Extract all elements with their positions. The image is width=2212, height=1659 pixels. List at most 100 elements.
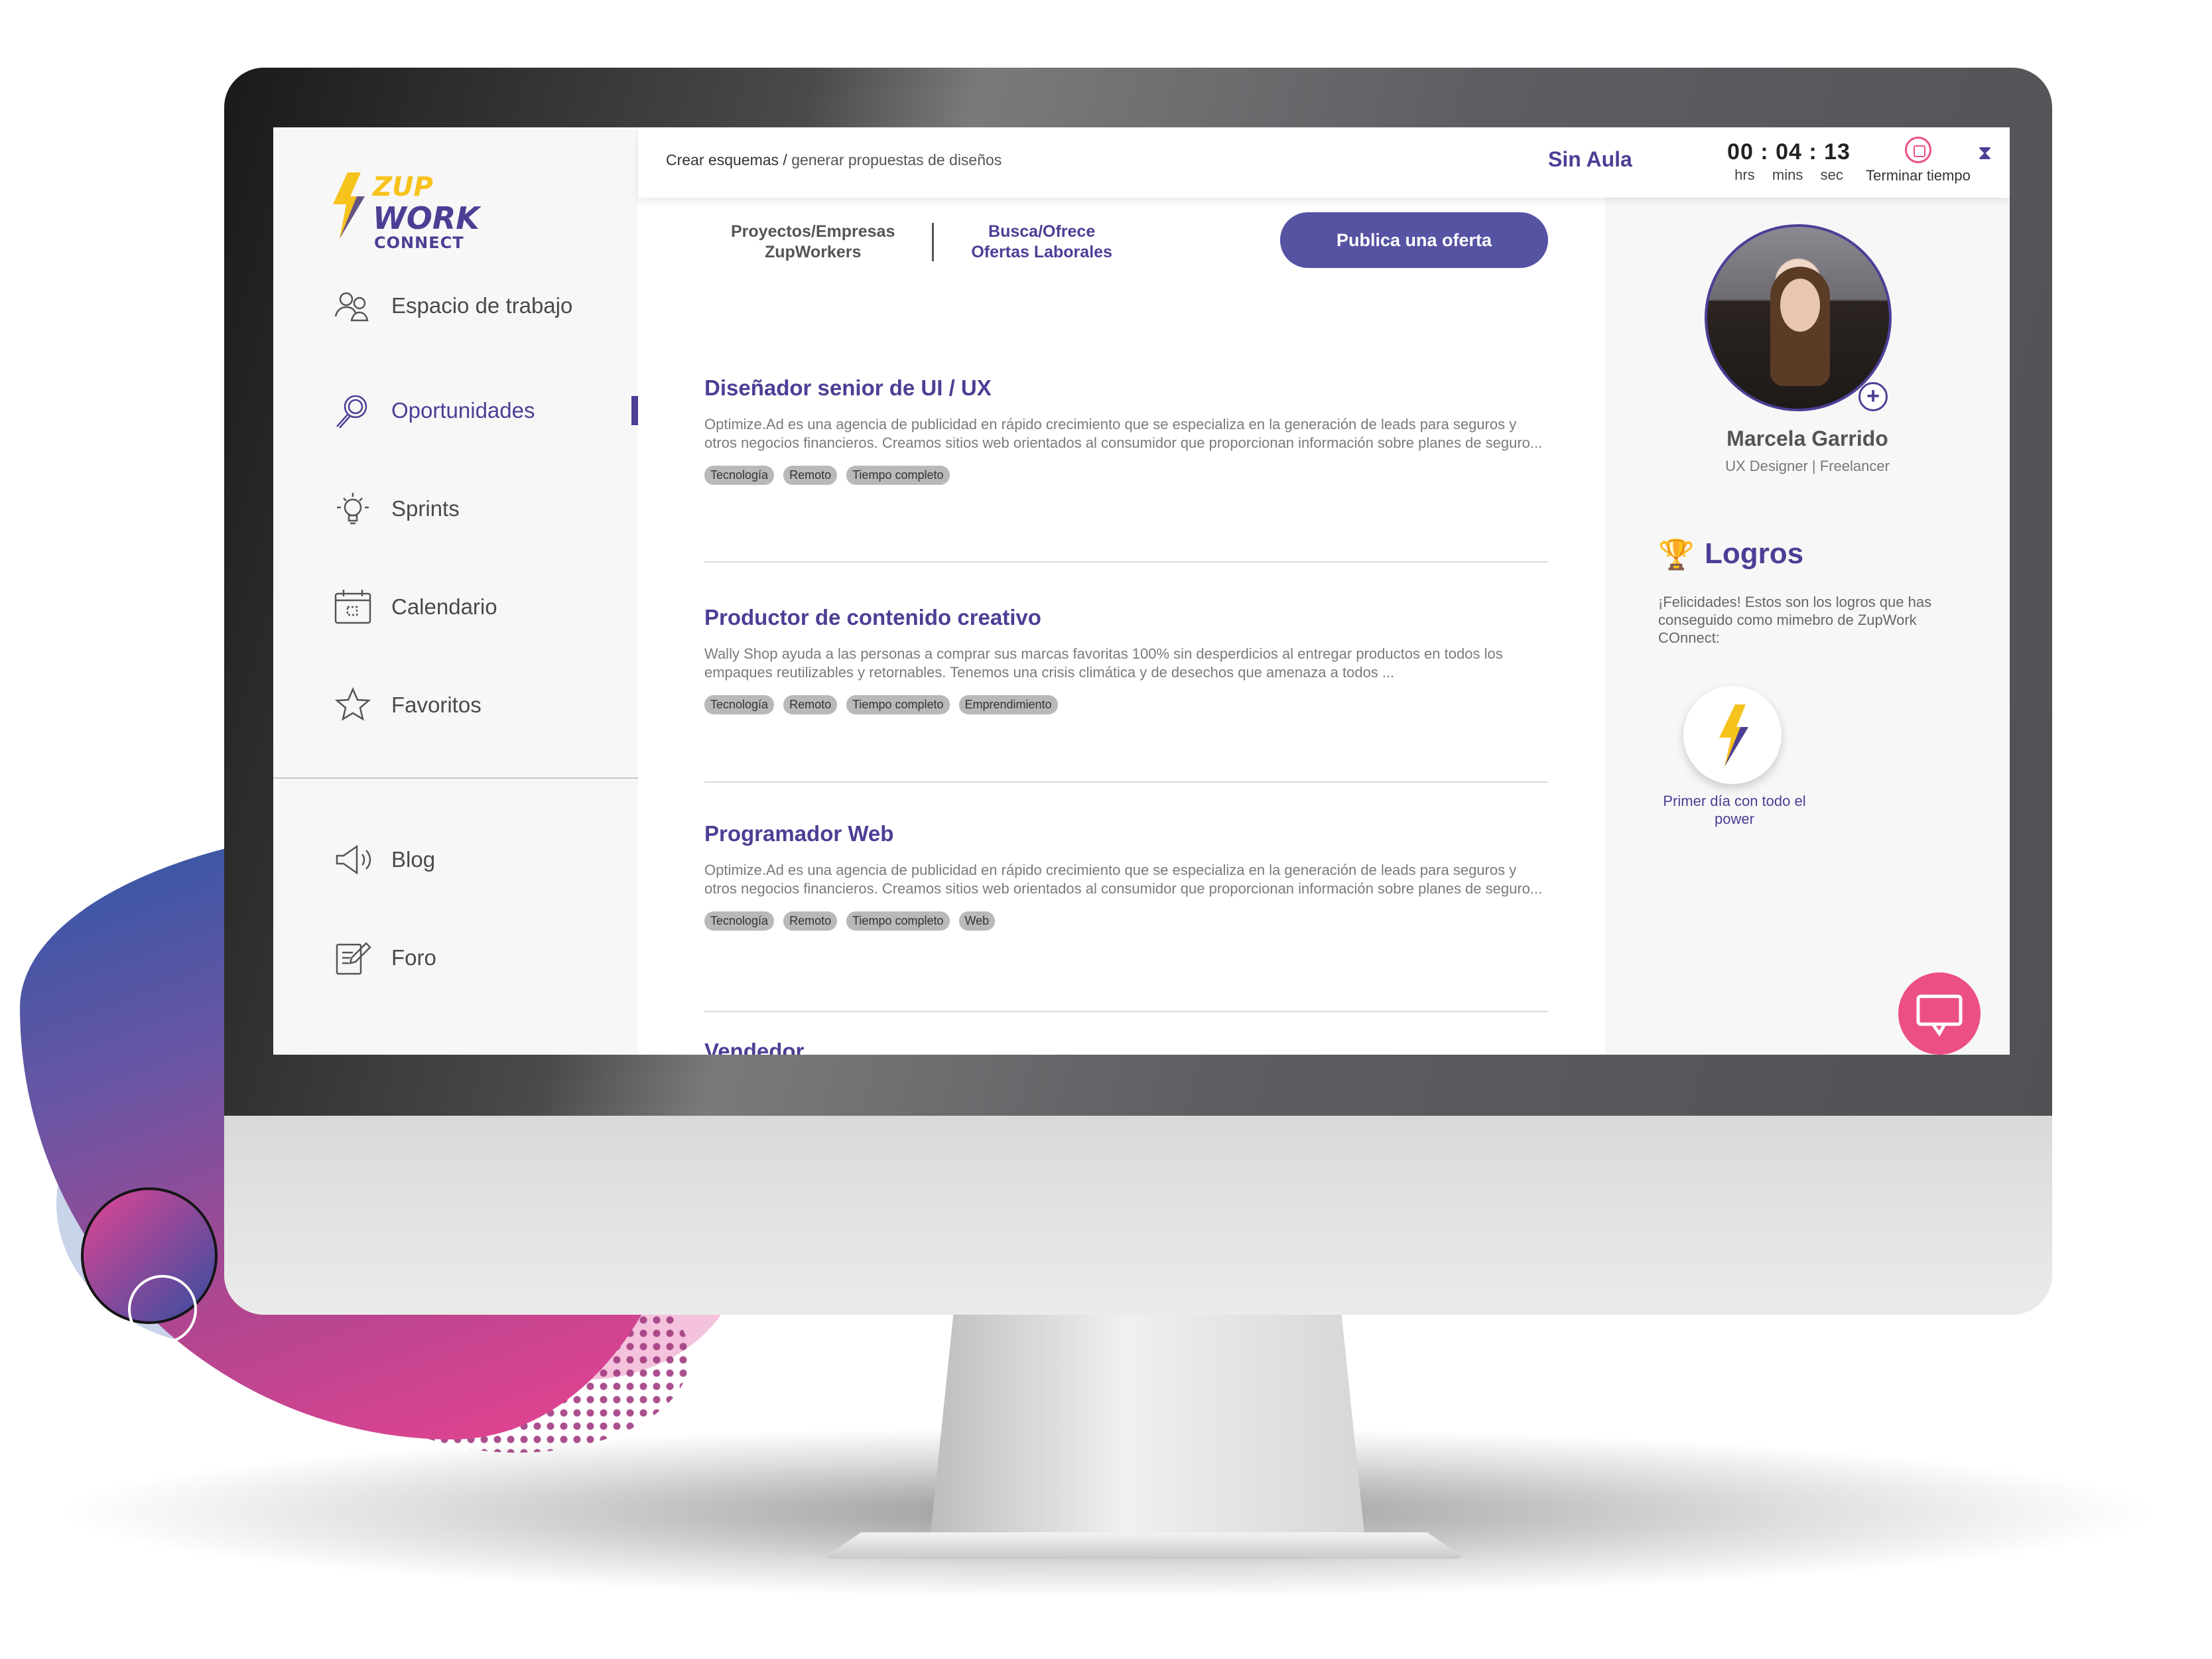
- achievement-badge-label: Primer día con todo el power: [1663, 793, 1806, 827]
- stop-timer-label: Terminar tiempo: [1866, 167, 1971, 184]
- tag[interactable]: Remoto: [783, 911, 838, 931]
- job-divider: [704, 1011, 1548, 1012]
- monitor: ZUP WORK CONNECT Espacio de trabajo Opor…: [224, 68, 2052, 1315]
- sidebar-item-foro[interactable]: Foro: [333, 938, 436, 978]
- lightbulb-icon: [337, 493, 369, 525]
- logo-text-connect: CONNECT: [374, 233, 464, 252]
- sidebar-item-blog[interactable]: Blog: [333, 840, 435, 880]
- job-description: Optimize.Ad es una agencia de publicidad…: [704, 416, 1543, 451]
- add-photo-icon[interactable]: +: [1858, 382, 1888, 411]
- avatar[interactable]: [1705, 224, 1892, 411]
- monitor-foot: [822, 1532, 1466, 1559]
- app-logo[interactable]: ZUP WORK CONNECT: [328, 172, 480, 259]
- tag[interactable]: Tiempo completo: [846, 911, 950, 931]
- monitor-stand: [929, 1300, 1366, 1552]
- star-icon: [334, 687, 371, 721]
- stop-timer-button[interactable]: Terminar tiempo: [1852, 137, 1984, 184]
- tag[interactable]: Tecnología: [704, 466, 775, 485]
- main-content: Proyectos/Empresas ZupWorkers Busca/Ofre…: [638, 198, 1605, 1055]
- sidebar-item-oportunidades[interactable]: Oportunidades: [333, 391, 535, 431]
- timer-value: 00 : 04 : 13: [1727, 139, 1851, 165]
- job-card: Vendedor: [704, 1039, 1547, 1055]
- tab-label-line2: ZupWorkers: [764, 243, 862, 261]
- tab-label-line1: Proyectos/Empresas: [731, 222, 895, 241]
- sidebar-item-label: Oportunidades: [391, 398, 535, 423]
- breadcrumb-sub: generar propuestas de diseños: [791, 151, 1002, 168]
- profile-name: Marcela Garrido: [1726, 427, 1888, 450]
- job-card: Productor de contenido creativo Wally Sh…: [704, 605, 1547, 714]
- achievements-title: Logros: [1705, 537, 1804, 570]
- avatar-face: [1780, 279, 1820, 332]
- tag[interactable]: Remoto: [783, 695, 838, 714]
- chat-button[interactable]: [1898, 972, 1981, 1055]
- publish-offer-button[interactable]: Publica una oferta: [1280, 212, 1548, 268]
- sidebar-item-calendario[interactable]: Calendario: [333, 587, 497, 627]
- tag[interactable]: Tecnología: [704, 911, 775, 931]
- achievements-description: ¡Felicidades! Estos son los logros que h…: [1658, 594, 1932, 646]
- sidebar-item-espacio-de-trabajo[interactable]: Espacio de trabajo: [333, 286, 572, 326]
- job-tags: Tecnología Remoto Tiempo completo Web: [704, 911, 1547, 931]
- monitor-chin: [224, 1116, 2052, 1315]
- achievement-badge[interactable]: [1683, 686, 1782, 784]
- tag[interactable]: Tecnología: [704, 695, 775, 714]
- decorative-ring: [128, 1275, 197, 1344]
- app-screen: ZUP WORK CONNECT Espacio de trabajo Opor…: [273, 127, 2010, 1055]
- tag[interactable]: Tiempo completo: [846, 695, 950, 714]
- chat-icon: [1916, 994, 1963, 1037]
- sidebar-item-label: Calendario: [391, 594, 497, 619]
- edit-note-icon: [336, 942, 371, 975]
- breadcrumb-main[interactable]: Crear esquemas /: [666, 151, 787, 168]
- sidebar-item-label: Sprints: [391, 496, 460, 521]
- breadcrumb: Crear esquemas / generar propuestas de d…: [666, 151, 1002, 169]
- tag[interactable]: Emprendimiento: [958, 695, 1058, 714]
- topbar: Crear esquemas / generar propuestas de d…: [638, 127, 2010, 198]
- megaphone-icon: [336, 844, 371, 875]
- job-tags: Tecnología Remoto Tiempo completo: [704, 466, 1547, 485]
- tab-separator: [932, 223, 935, 261]
- timer-unit-hrs: hrs: [1734, 166, 1755, 183]
- timer-unit-mins: mins: [1772, 166, 1803, 183]
- active-indicator: [631, 396, 638, 425]
- sidebar-item-label: Espacio de trabajo: [391, 293, 573, 318]
- profile-panel: + Marcela Garrido UX Designer | Freelanc…: [1605, 198, 2010, 1055]
- sidebar-item-label: Foro: [391, 945, 436, 970]
- stop-icon: [1905, 137, 1931, 163]
- trophy-icon: 🏆: [1658, 539, 1695, 571]
- logo-text-work: WORK: [373, 200, 480, 236]
- sidebar-item-sprints[interactable]: Sprints: [333, 489, 460, 529]
- hourglass-icon[interactable]: ⧗: [1978, 142, 1992, 165]
- bolt-icon: [1719, 704, 1748, 767]
- job-divider: [704, 561, 1548, 563]
- sidebar-item-label: Blog: [391, 847, 436, 872]
- calendar-icon: [334, 590, 371, 624]
- job-tags: Tecnología Remoto Tiempo completo Empren…: [704, 695, 1547, 714]
- users-icon: [334, 292, 369, 322]
- job-description: Optimize.Ad es una agencia de publicidad…: [704, 862, 1543, 897]
- job-title[interactable]: Vendedor: [704, 1039, 1547, 1055]
- sidebar: ZUP WORK CONNECT Espacio de trabajo Opor…: [273, 127, 638, 1055]
- timer-unit-sec: sec: [1820, 166, 1843, 183]
- tab-label-line1: Busca/Ofrece: [988, 222, 1096, 241]
- job-card: Diseñador senior de UI / UX Optimize.Ad …: [704, 375, 1547, 485]
- timer: 00 : 04 : 13 hrs mins sec: [1726, 139, 1852, 184]
- bolt-icon: [333, 172, 365, 239]
- sidebar-divider: [273, 777, 638, 779]
- sidebar-item-label: Favoritos: [391, 693, 482, 717]
- logo-text-zup: ZUP: [373, 172, 433, 202]
- search-icon: [336, 395, 367, 429]
- tabs: Proyectos/Empresas ZupWorkers Busca/Ofre…: [731, 222, 1112, 263]
- tag[interactable]: Tiempo completo: [846, 466, 950, 485]
- aula-status[interactable]: Sin Aula: [1548, 147, 1632, 172]
- tab-proyectos-empresas[interactable]: Proyectos/Empresas ZupWorkers: [731, 222, 895, 263]
- job-card: Programador Web Optimize.Ad es una agenc…: [704, 821, 1547, 931]
- profile-role: UX Designer | Freelancer: [1725, 458, 1890, 474]
- job-title[interactable]: Diseñador senior de UI / UX: [704, 375, 1547, 401]
- job-title[interactable]: Programador Web: [704, 821, 1547, 846]
- tab-ofertas-laborales[interactable]: Busca/Ofrece Ofertas Laborales: [971, 222, 1112, 263]
- tag[interactable]: Remoto: [783, 466, 838, 485]
- job-divider: [704, 781, 1548, 783]
- job-description: Wally Shop ayuda a las personas a compra…: [704, 645, 1503, 681]
- tag[interactable]: Web: [958, 911, 996, 931]
- sidebar-item-favoritos[interactable]: Favoritos: [333, 685, 482, 725]
- job-title[interactable]: Productor de contenido creativo: [704, 605, 1547, 630]
